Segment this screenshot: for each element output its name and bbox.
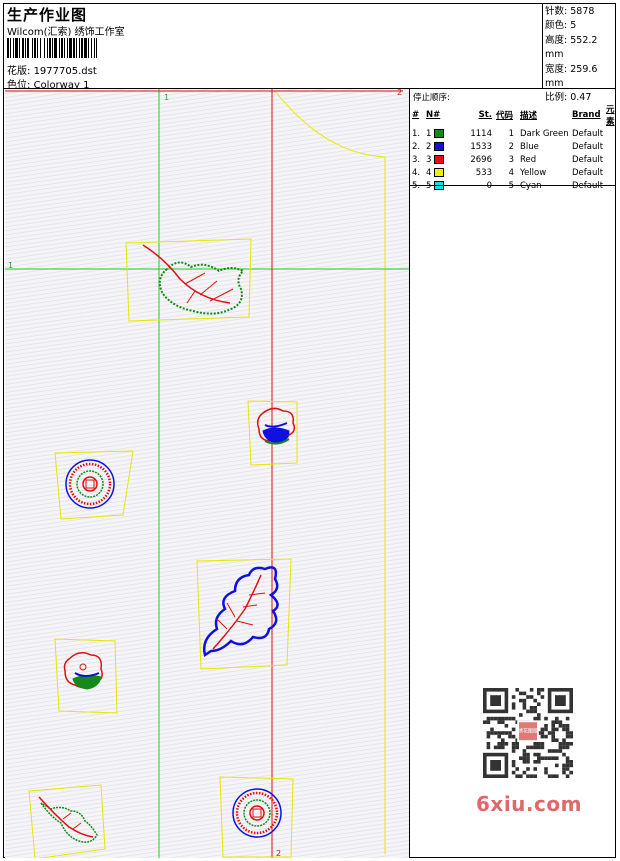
row-brand: Default bbox=[572, 154, 604, 165]
row-stitches: 533 bbox=[475, 167, 492, 178]
table-row[interactable]: 1. 1 1114 1 Dark Green Default bbox=[412, 127, 615, 140]
color-swatch bbox=[434, 167, 445, 177]
row-code: 3 bbox=[508, 154, 514, 165]
row-needle: 3 bbox=[426, 153, 456, 166]
table-row[interactable]: 2. 2 1533 2 Blue Default bbox=[412, 140, 615, 153]
col-element: 元素 bbox=[606, 105, 615, 127]
row-brand: Default bbox=[572, 141, 604, 152]
row-element bbox=[606, 166, 615, 179]
header-divider bbox=[542, 4, 543, 88]
col-code: 代码 bbox=[496, 111, 514, 121]
row-stitches: 1114 bbox=[470, 128, 492, 139]
table-row[interactable]: 4. 4 533 4 Yellow Default bbox=[412, 166, 615, 179]
row-stitches: 1533 bbox=[470, 141, 492, 152]
row-stitches: 2696 bbox=[470, 154, 492, 165]
row-description: Dark Green bbox=[520, 128, 569, 139]
header-info: 生产作业图 Wilcom(汇索) 绣饰工作室 花版: 1977705.dst 色… bbox=[4, 4, 542, 91]
row-code: 1 bbox=[508, 128, 514, 139]
col-n: N# bbox=[426, 110, 441, 120]
col-brand: Brand bbox=[572, 110, 601, 120]
row-element bbox=[606, 153, 615, 166]
row-description: Blue bbox=[520, 141, 539, 152]
row-code: 4 bbox=[508, 167, 514, 178]
row-brand: Default bbox=[572, 128, 604, 139]
garment-outline bbox=[274, 90, 386, 854]
row-element bbox=[606, 127, 615, 140]
qr-code: 绣花图版 bbox=[473, 687, 583, 787]
production-worksheet: 生产作业图 Wilcom(汇索) 绣饰工作室 花版: 1977705.dst 色… bbox=[3, 3, 616, 858]
design-canvas[interactable]: 1 1 2 2 bbox=[5, 89, 409, 858]
row-brand: Default bbox=[572, 167, 604, 178]
motif-leaf-small[interactable] bbox=[28, 784, 106, 858]
row-code: 2 bbox=[508, 141, 514, 152]
table-row[interactable]: 3. 3 2696 3 Red Default bbox=[412, 153, 615, 166]
barcode bbox=[7, 38, 97, 58]
row-needle: 2 bbox=[426, 140, 456, 153]
watermark-text: 6xiu.com bbox=[476, 792, 582, 816]
row-needle: 1 bbox=[426, 127, 456, 140]
stop-sequence-table: # N# St. 代码 描述 Brand 元素 1. 1 1114 1 Dark Gr… bbox=[412, 103, 615, 192]
col-desc: 描述 bbox=[520, 111, 538, 121]
guide-label-horizontal-green: 1 bbox=[8, 261, 13, 270]
row-number: 2. bbox=[412, 141, 421, 152]
color-swatch bbox=[434, 141, 445, 151]
motif-medallion-2[interactable] bbox=[219, 776, 294, 858]
stat-stitches: 针数: 5878 bbox=[545, 6, 595, 17]
design-preview: 1 1 2 2 bbox=[5, 89, 409, 858]
motif-ornament-left[interactable] bbox=[54, 638, 118, 714]
row-number: 4. bbox=[412, 167, 421, 178]
table-bottom-rule bbox=[410, 185, 615, 186]
row-number: 1. bbox=[412, 128, 421, 139]
row-element bbox=[606, 140, 615, 153]
stat-colors: 颜色: 5 bbox=[545, 20, 577, 32]
stat-height: 高度: 552.2 mm bbox=[545, 34, 598, 61]
company-name: Wilcom(汇索) 绣饰工作室 bbox=[7, 27, 125, 38]
motif-medallion-1[interactable] bbox=[54, 450, 134, 520]
guide-label-vertical-green: 1 bbox=[164, 93, 169, 102]
row-needle: 4 bbox=[426, 166, 456, 179]
design-file-row: 花版: 1977705.dst bbox=[7, 62, 97, 77]
motif-leaf-green[interactable] bbox=[125, 238, 252, 322]
table-header: # N# St. 代码 描述 Brand 元素 bbox=[412, 103, 615, 127]
page-title: 生产作业图 bbox=[7, 6, 88, 24]
color-swatch bbox=[434, 154, 445, 164]
color-swatch bbox=[434, 128, 445, 138]
row-description: Yellow bbox=[520, 167, 547, 178]
col-hash: # bbox=[412, 110, 420, 120]
guide-label-horizontal-red: 2 bbox=[397, 89, 402, 97]
row-description: Red bbox=[520, 154, 537, 165]
col-stitches: St. bbox=[478, 110, 492, 120]
motif-leaf-blue[interactable] bbox=[196, 558, 292, 670]
qr-stamp-text: 绣花图版 bbox=[518, 727, 538, 734]
stop-sequence-label: 停止顺序: bbox=[413, 93, 450, 103]
row-number: 3. bbox=[412, 154, 421, 165]
